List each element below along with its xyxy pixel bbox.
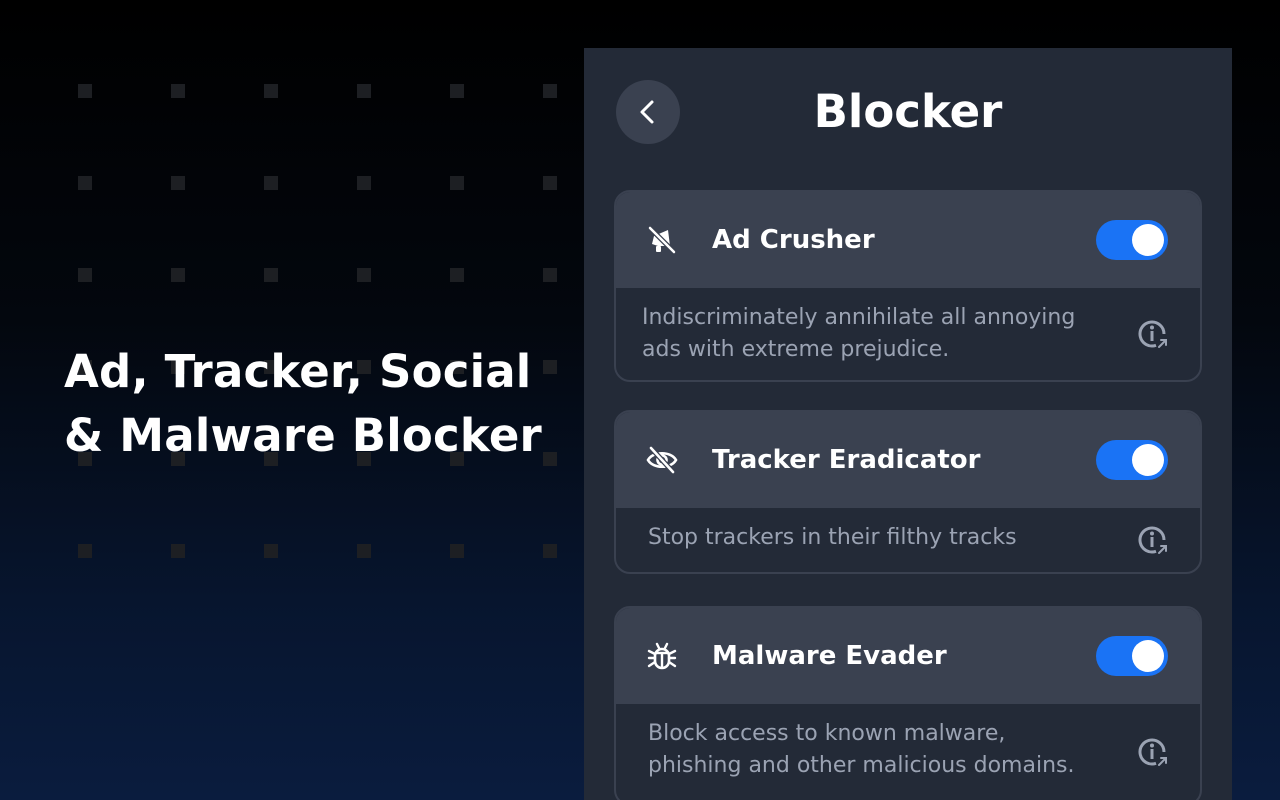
feature-card-header: Tracker Eradicator (616, 412, 1200, 508)
feature-description: Indiscriminately annihilate all annoying… (642, 305, 1076, 362)
malware-evader-toggle[interactable] (1096, 636, 1168, 676)
feature-title: Malware Evader (712, 641, 947, 671)
panel-title: Blocker (813, 85, 1003, 138)
feature-card-ad-crusher: Ad Crusher Indiscriminately annihilate a… (614, 190, 1202, 382)
feature-description: Block access to known malware, phishing … (648, 721, 1075, 778)
feature-card-header: Ad Crusher (616, 192, 1200, 288)
toggle-knob (1132, 444, 1164, 476)
bug-icon (647, 642, 677, 670)
feature-card-tracker-eradicator: Tracker Eradicator Stop trackers in thei… (614, 410, 1202, 574)
crossed-megaphone-icon (647, 225, 677, 255)
feature-description: Stop trackers in their filthy tracks (648, 525, 1017, 550)
feature-card-header: Malware Evader (616, 608, 1200, 704)
eye-off-icon (646, 445, 678, 475)
toggle-knob (1132, 640, 1164, 672)
ad-crusher-toggle[interactable] (1096, 220, 1168, 260)
feature-title: Tracker Eradicator (712, 445, 981, 475)
feature-card-body: Block access to known malware, phishing … (616, 704, 1200, 800)
feature-title: Ad Crusher (712, 225, 875, 255)
info-link-icon[interactable] (1134, 734, 1170, 770)
hero-headline-line1: Ad, Tracker, Social (64, 345, 532, 398)
decorative-dot-grid (78, 84, 557, 558)
info-link-icon[interactable] (1134, 522, 1170, 558)
feature-card-body: Indiscriminately annihilate all annoying… (616, 288, 1200, 380)
feature-card-malware-evader: Malware Evader Block access to known mal… (614, 606, 1202, 800)
hero-headline-line2: & Malware Blocker (64, 409, 542, 462)
feature-card-body: Stop trackers in their filthy tracks (616, 508, 1200, 572)
info-link-icon[interactable] (1134, 316, 1170, 352)
blocker-panel: Blocker Ad Crusher Indiscriminately anni… (584, 48, 1232, 800)
hero-headline: Ad, Tracker, Social & Malware Blocker (64, 340, 544, 468)
toggle-knob (1132, 224, 1164, 256)
tracker-eradicator-toggle[interactable] (1096, 440, 1168, 480)
